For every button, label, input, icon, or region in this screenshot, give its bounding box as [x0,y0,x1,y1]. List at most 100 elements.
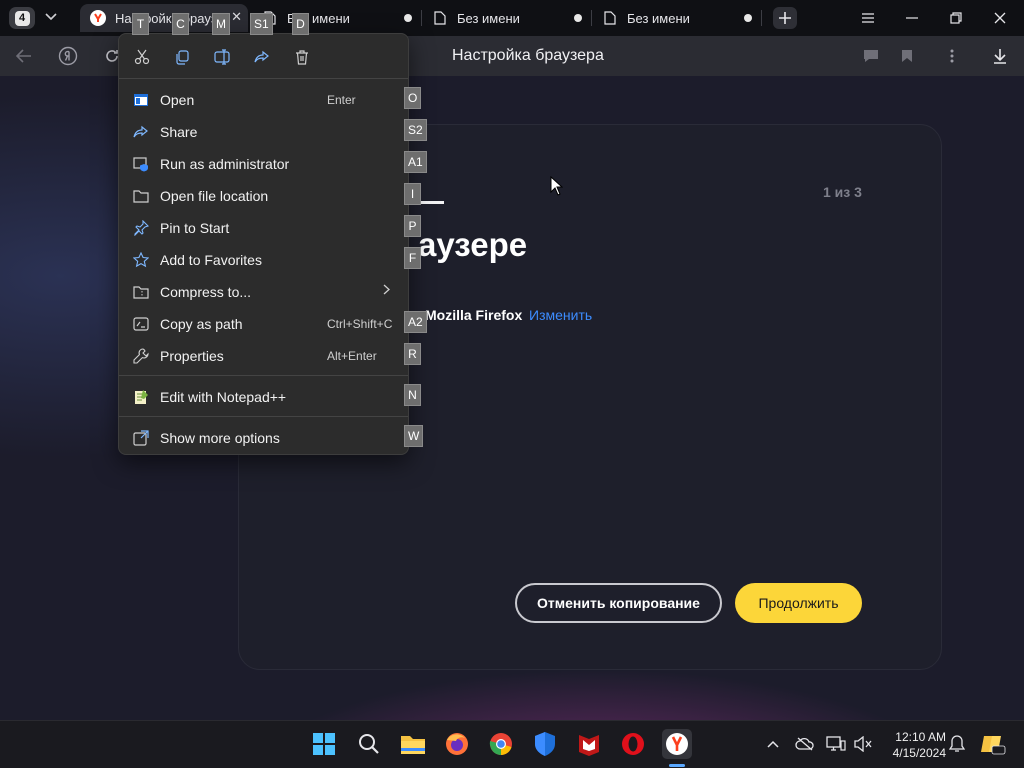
volume-tray-button[interactable] [852,734,874,754]
back-arrow-icon [16,49,31,63]
taskbar-app-defender[interactable] [530,729,560,759]
onedrive-tray-button[interactable] [794,734,816,754]
notepad-plus-icon [132,388,149,405]
taskbar-search-button[interactable] [354,729,384,759]
step-indicator: 1 из 3 [823,184,862,200]
access-key-badge: W [404,425,424,447]
menu-item-label: Copy as path [160,316,243,332]
tabs-dropdown-button[interactable] [40,9,62,27]
start-button[interactable] [309,729,339,759]
menu-item-pin-start[interactable]: Pin to Start [119,212,408,242]
menu-item-open-location[interactable]: Open file location [119,180,408,210]
menu-item-add-favorites[interactable]: Add to Favorites [119,244,408,274]
source-browser-name: Mozilla Firefox [425,307,523,323]
tab-title: Без имени [457,10,520,26]
menu-item-run-as-admin[interactable]: Run as administrator [119,148,408,178]
continue-button[interactable]: Продолжить [735,583,862,623]
taskbar-app-yandex[interactable] [662,729,692,759]
access-key-badge: D [292,13,309,35]
menu-item-open[interactable]: Open Enter [119,84,408,114]
taskbar-app-chrome[interactable] [486,729,516,759]
restore-button[interactable] [943,6,969,30]
chevron-down-icon [45,13,57,21]
show-hidden-icons-button[interactable] [762,734,784,754]
menu-item-shortcut: Enter [327,93,356,107]
tab-count-button[interactable]: 4 [9,7,35,29]
clock[interactable]: 12:10 AM 4/15/2024 [884,729,946,761]
tab-untitled-2[interactable]: Без имени [422,4,590,32]
mouse-cursor-icon [550,176,563,196]
cut-button[interactable] [129,45,155,69]
onedrive-offline-icon [795,737,814,751]
menu-item-label: Edit with Notepad++ [160,389,287,405]
taskbar-app-explorer[interactable] [398,729,428,759]
tab-untitled-3[interactable]: Без имени [592,4,760,32]
minimize-button[interactable] [899,6,925,30]
access-key-badge: C [172,13,189,35]
yandex-button[interactable] [56,45,80,67]
download-icon [994,49,1006,64]
access-key-badge: A1 [404,151,427,173]
vertical-dots-icon [950,49,954,63]
open-icon [132,91,149,108]
network-tray-button[interactable] [825,734,847,754]
chevron-right-icon [383,282,390,298]
search-icon [359,734,379,754]
copy-path-icon [132,315,149,332]
rename-button[interactable] [209,45,235,69]
notifications-button[interactable] [946,734,968,754]
unsaved-dot-icon [744,14,752,22]
access-key-badge: T [132,13,149,35]
copy-icon [176,50,189,65]
downloads-button[interactable] [988,45,1012,67]
copy-button[interactable] [169,45,195,69]
page-title: Настройка браузера [452,47,604,64]
taskbar-app-mcafee[interactable] [574,729,604,759]
menu-item-compress[interactable]: Compress to... [119,276,408,306]
clock-time: 12:10 AM [895,730,946,744]
yandex-favicon-icon [90,10,106,26]
volume-muted-icon [854,736,872,752]
tab-untitled-1[interactable]: Без имени [252,4,420,32]
more-button[interactable] [940,45,964,67]
bookmark-button[interactable] [895,45,919,67]
menu-item-share[interactable]: Share [119,116,408,146]
document-icon [432,10,448,26]
admin-shield-icon [132,155,149,172]
restore-icon [950,12,962,24]
menu-item-label: Pin to Start [160,220,230,236]
chat-button[interactable] [859,45,883,67]
close-window-button[interactable] [987,6,1013,30]
menu-button[interactable] [855,6,881,30]
share-icon [132,123,149,140]
new-tab-button[interactable] [773,7,797,29]
copilot-tray-button[interactable] [978,734,1008,755]
taskbar-app-firefox[interactable] [442,729,472,759]
start-icon [313,733,335,755]
clock-date: 4/15/2024 [892,746,946,760]
menu-item-shortcut: Alt+Enter [327,349,377,363]
star-icon [132,251,149,268]
cancel-copy-button[interactable]: Отменить копирование [515,583,722,623]
yandex-browser-icon [666,733,688,755]
change-source-link[interactable]: Изменить [529,307,592,323]
taskbar-app-opera[interactable] [618,729,648,759]
close-tab-icon[interactable]: ✕ [231,9,242,25]
chat-icon [864,50,878,62]
share-button[interactable] [249,45,275,69]
menu-item-label: Run as administrator [160,156,290,172]
menu-item-notepad-plus[interactable]: Edit with Notepad++ [119,381,408,411]
menu-item-label: Share [160,124,198,140]
menu-item-label: Open [160,92,195,108]
menu-item-label: Add to Favorites [160,252,262,268]
menu-separator [119,375,408,376]
menu-item-copy-path[interactable]: Copy as path Ctrl+Shift+C [119,308,408,338]
close-icon [994,12,1006,24]
unsaved-dot-icon [404,14,412,22]
delete-button[interactable] [289,45,315,69]
menu-item-properties[interactable]: Properties Alt+Enter [119,340,408,370]
share-icon [254,50,269,63]
back-button[interactable] [12,45,36,67]
menu-item-more-options[interactable]: Show more options [119,422,408,452]
delete-icon [296,50,308,65]
